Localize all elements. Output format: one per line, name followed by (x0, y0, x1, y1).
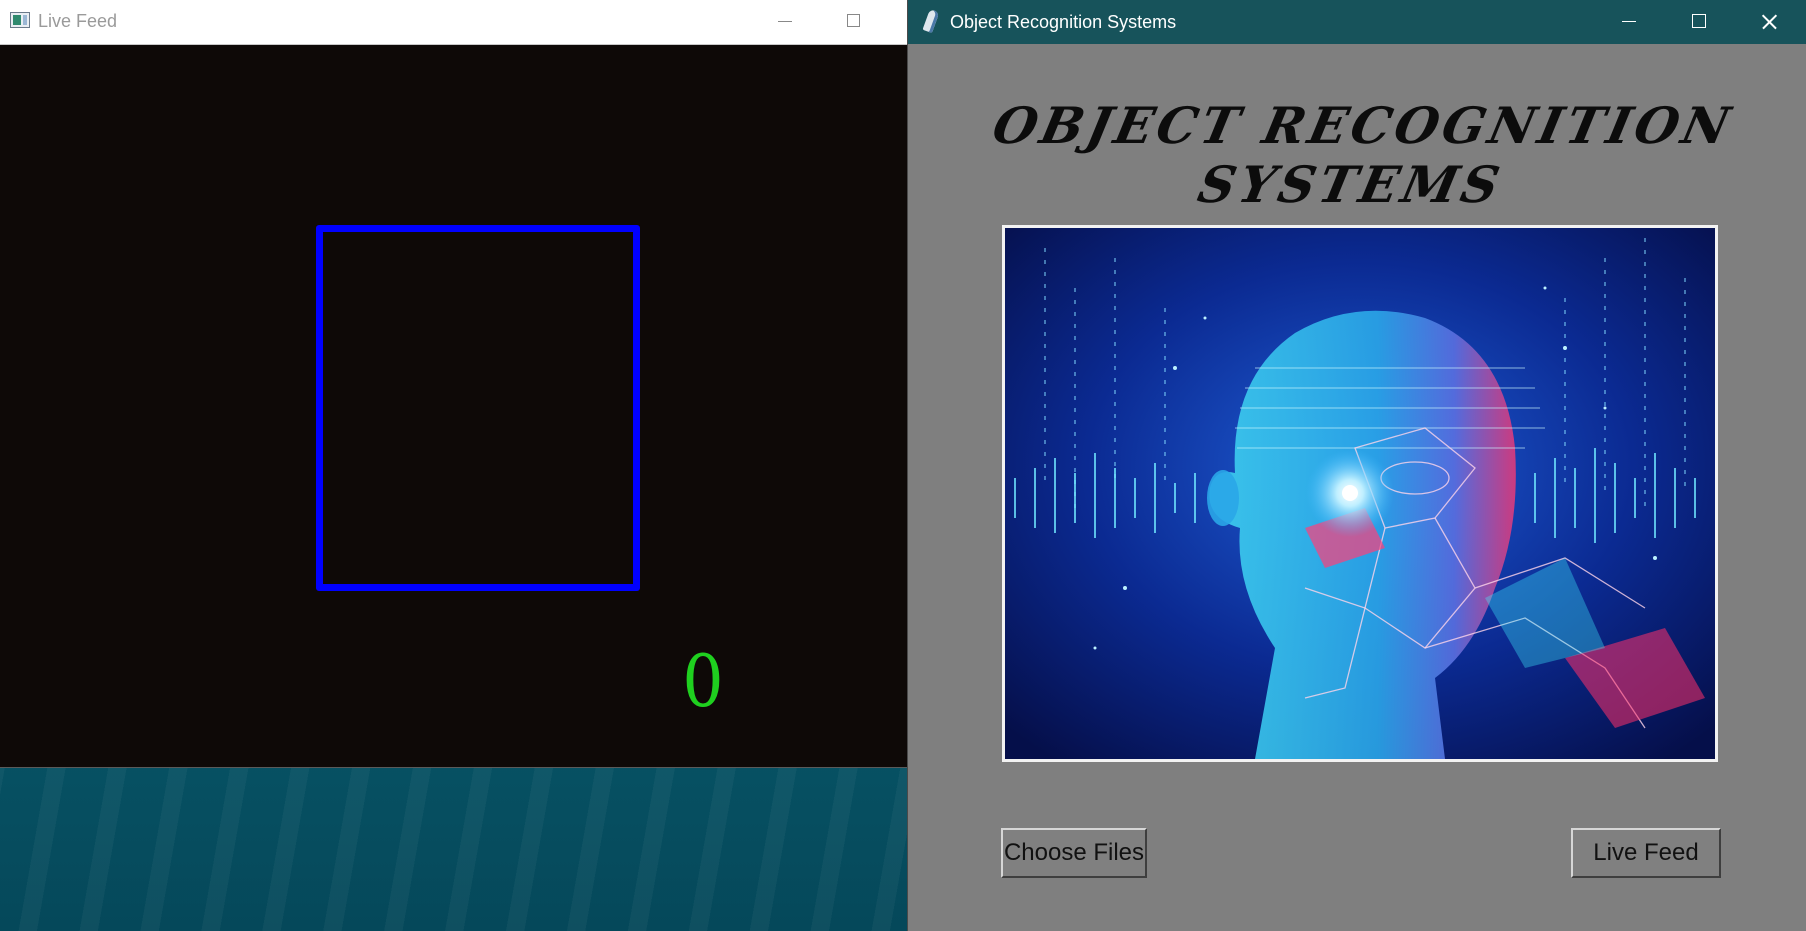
maximize-icon[interactable] (1664, 0, 1734, 44)
choose-files-button[interactable]: Choose Files (1001, 828, 1147, 878)
app-heading: OBJECT RECOGNITION SYSTEMS (987, 96, 1739, 214)
live-feed-titlebar[interactable]: Live Feed (0, 0, 908, 45)
hero-image-frame (1002, 225, 1718, 762)
live-feed-app-icon (10, 12, 30, 28)
close-icon[interactable] (1734, 0, 1804, 44)
camera-feed-view: 0 (0, 45, 908, 765)
minimize-icon[interactable] (1594, 0, 1664, 44)
object-recognition-window-title: Object Recognition Systems (950, 12, 1177, 32)
feather-icon (922, 8, 940, 34)
live-feed-button[interactable]: Live Feed (1571, 828, 1721, 878)
detection-class-label: 0 (682, 639, 724, 723)
maximize-icon[interactable] (834, 6, 874, 36)
ai-face-illustration (1005, 228, 1715, 759)
live-feed-window: Live Feed 0 (0, 0, 908, 767)
detection-bounding-box (316, 225, 640, 591)
object-recognition-titlebar[interactable]: Object Recognition Systems (908, 0, 1806, 44)
minimize-icon[interactable] (765, 6, 805, 36)
object-recognition-window: Object Recognition Systems OBJECT RECOGN… (908, 0, 1806, 931)
live-feed-window-title: Live Feed (38, 11, 118, 31)
